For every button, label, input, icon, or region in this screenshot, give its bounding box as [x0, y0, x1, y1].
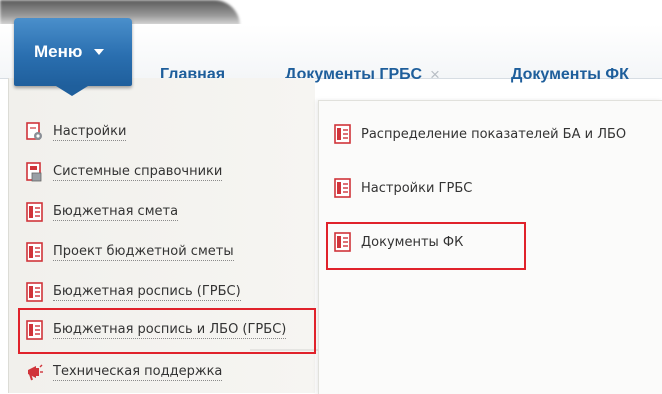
- menu-item-budget-schedule-grbs[interactable]: Бюджетная роспись (ГРБС): [26, 282, 241, 302]
- document-red-icon: [334, 124, 351, 144]
- tab-close-icon[interactable]: ×: [430, 65, 440, 85]
- menu-item-settings[interactable]: Настройки: [26, 122, 127, 142]
- menu-item-tech-support[interactable]: Техническая поддержка: [26, 362, 223, 382]
- submenu-item-label: Распределение показателей БА и ЛБО: [361, 126, 627, 142]
- menu-item-label: Системные справочники: [53, 163, 223, 181]
- document-red-icon: [26, 282, 43, 302]
- submenu-item-ba-lbo-distribution[interactable]: Распределение показателей БА и ЛБО: [334, 124, 626, 144]
- menu-item-label: Бюджетная роспись (ГРБС): [53, 283, 241, 301]
- menu-item-label: Проект бюджетной сметы: [53, 243, 234, 261]
- menu-item-budget-estimate-draft[interactable]: Проект бюджетной сметы: [26, 242, 234, 262]
- settings-gear-doc-icon: [26, 122, 42, 140]
- document-red-icon: [26, 202, 43, 222]
- support-megaphone-icon: [28, 364, 43, 381]
- tab-fk-documents[interactable]: Документы ФК: [511, 62, 629, 88]
- menu-item-label: Бюджетная смета: [53, 203, 179, 221]
- tab-fk-documents-label: Документы ФК: [511, 66, 629, 83]
- document-red-icon: [26, 242, 43, 262]
- main-menu-label: Меню: [34, 42, 83, 61]
- document-red-icon: [334, 178, 351, 198]
- submenu-item-label: Настройки ГРБС: [361, 180, 473, 196]
- menu-item-label: Техническая поддержка: [53, 363, 223, 381]
- highlight-frame-left: [18, 308, 316, 354]
- highlight-frame-right: [326, 222, 526, 270]
- menu-item-label: Настройки: [53, 123, 127, 141]
- main-menu-button[interactable]: Меню: [14, 18, 132, 86]
- menu-button-pointer: [56, 86, 88, 96]
- menu-item-budget-estimate[interactable]: Бюджетная смета: [26, 202, 179, 222]
- menu-item-system-references[interactable]: Системные справочники: [26, 162, 223, 182]
- submenu-item-grbs-settings[interactable]: Настройки ГРБС: [334, 178, 472, 198]
- reference-book-icon: [26, 162, 42, 182]
- chevron-down-icon: [94, 49, 105, 55]
